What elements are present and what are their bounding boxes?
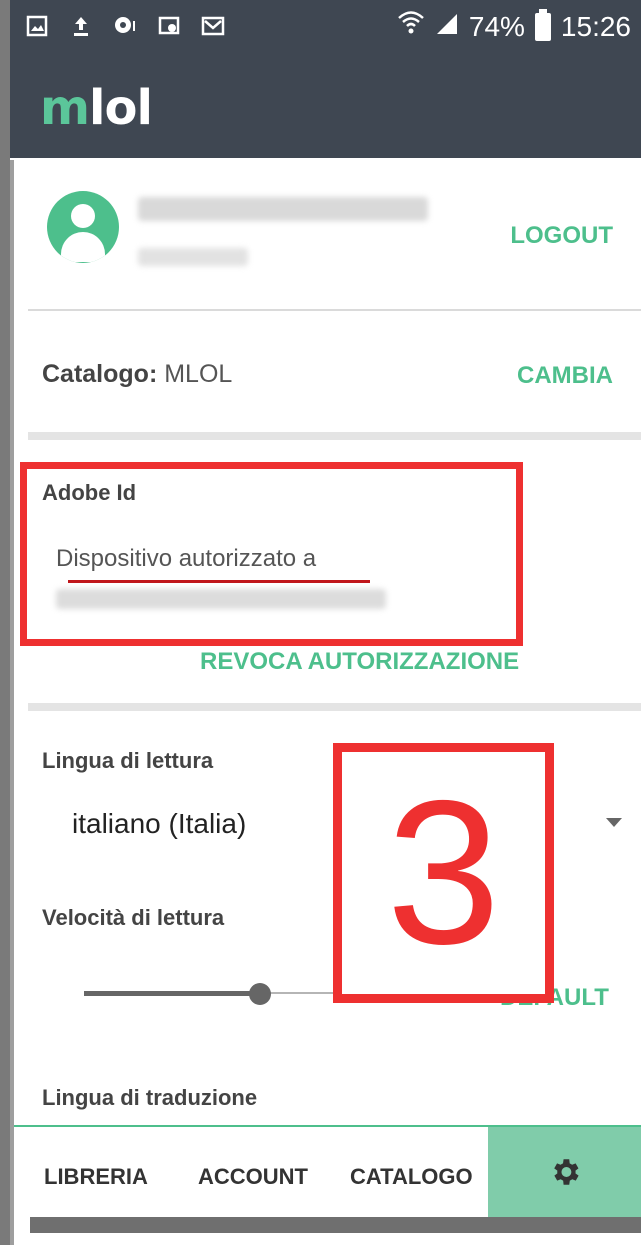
status-bar: 74% 15:26 <box>10 0 641 62</box>
chat-icon <box>112 12 138 40</box>
catalog-row: Catalogo: MLOL <box>42 360 232 389</box>
catalog-value: MLOL <box>164 360 233 388</box>
bottom-navigation: LIBRERIA ACCOUNT CATALOGO <box>14 1125 641 1217</box>
dropdown-arrow-icon[interactable] <box>606 818 622 827</box>
cast-icon <box>156 12 182 40</box>
section-divider <box>28 432 641 440</box>
screenshot-frame-left <box>0 0 10 1245</box>
section-divider <box>28 703 641 711</box>
reading-language-select[interactable]: italiano (Italia) <box>72 808 246 840</box>
avatar-body <box>61 232 105 262</box>
nav-account[interactable]: ACCOUNT <box>198 1164 308 1190</box>
reading-language-title: Lingua di lettura <box>42 748 214 773</box>
clock: 15:26 <box>560 10 631 42</box>
nav-library[interactable]: LIBRERIA <box>44 1164 148 1190</box>
mail-icon <box>200 12 226 40</box>
speed-slider-fill[interactable] <box>84 991 260 996</box>
battery-icon <box>534 8 551 41</box>
avatar <box>47 191 119 263</box>
speed-slider-thumb[interactable] <box>249 983 271 1005</box>
notification-icons <box>24 12 226 40</box>
upload-icon <box>68 12 94 40</box>
gear-icon <box>554 1159 579 1185</box>
app-bar: mlol <box>10 62 641 158</box>
signal-icon <box>435 11 459 43</box>
speed-slider-track[interactable] <box>260 992 340 994</box>
revoke-authorization-button[interactable]: REVOCA AUTORIZZAZIONE <box>200 648 519 676</box>
catalog-label: Catalogo: <box>42 360 158 388</box>
screenshot-frame-left-inner <box>10 160 14 1245</box>
annotation-step-number: 3 <box>386 758 501 987</box>
change-catalog-button[interactable]: CAMBIA <box>517 362 613 390</box>
reading-speed-title: Velocità di lettura <box>42 905 225 930</box>
avatar-head <box>71 204 95 228</box>
user-id-redacted <box>138 248 248 266</box>
mlol-logo: mlol <box>40 80 153 136</box>
battery-level: 74% <box>468 10 525 42</box>
annotation-highlight-box <box>20 462 523 646</box>
divider <box>28 309 641 311</box>
logout-button[interactable]: LOGOUT <box>510 222 613 250</box>
status-right: 74% 15:26 <box>397 8 631 43</box>
wifi-icon <box>397 10 425 43</box>
image-icon <box>24 12 50 40</box>
translation-language-title: Lingua di traduzione <box>42 1085 258 1110</box>
user-name-redacted <box>138 197 428 221</box>
nav-settings[interactable] <box>488 1127 641 1217</box>
nav-catalog[interactable]: CATALOGO <box>350 1164 473 1190</box>
screenshot-frame-bottom <box>30 1217 641 1233</box>
